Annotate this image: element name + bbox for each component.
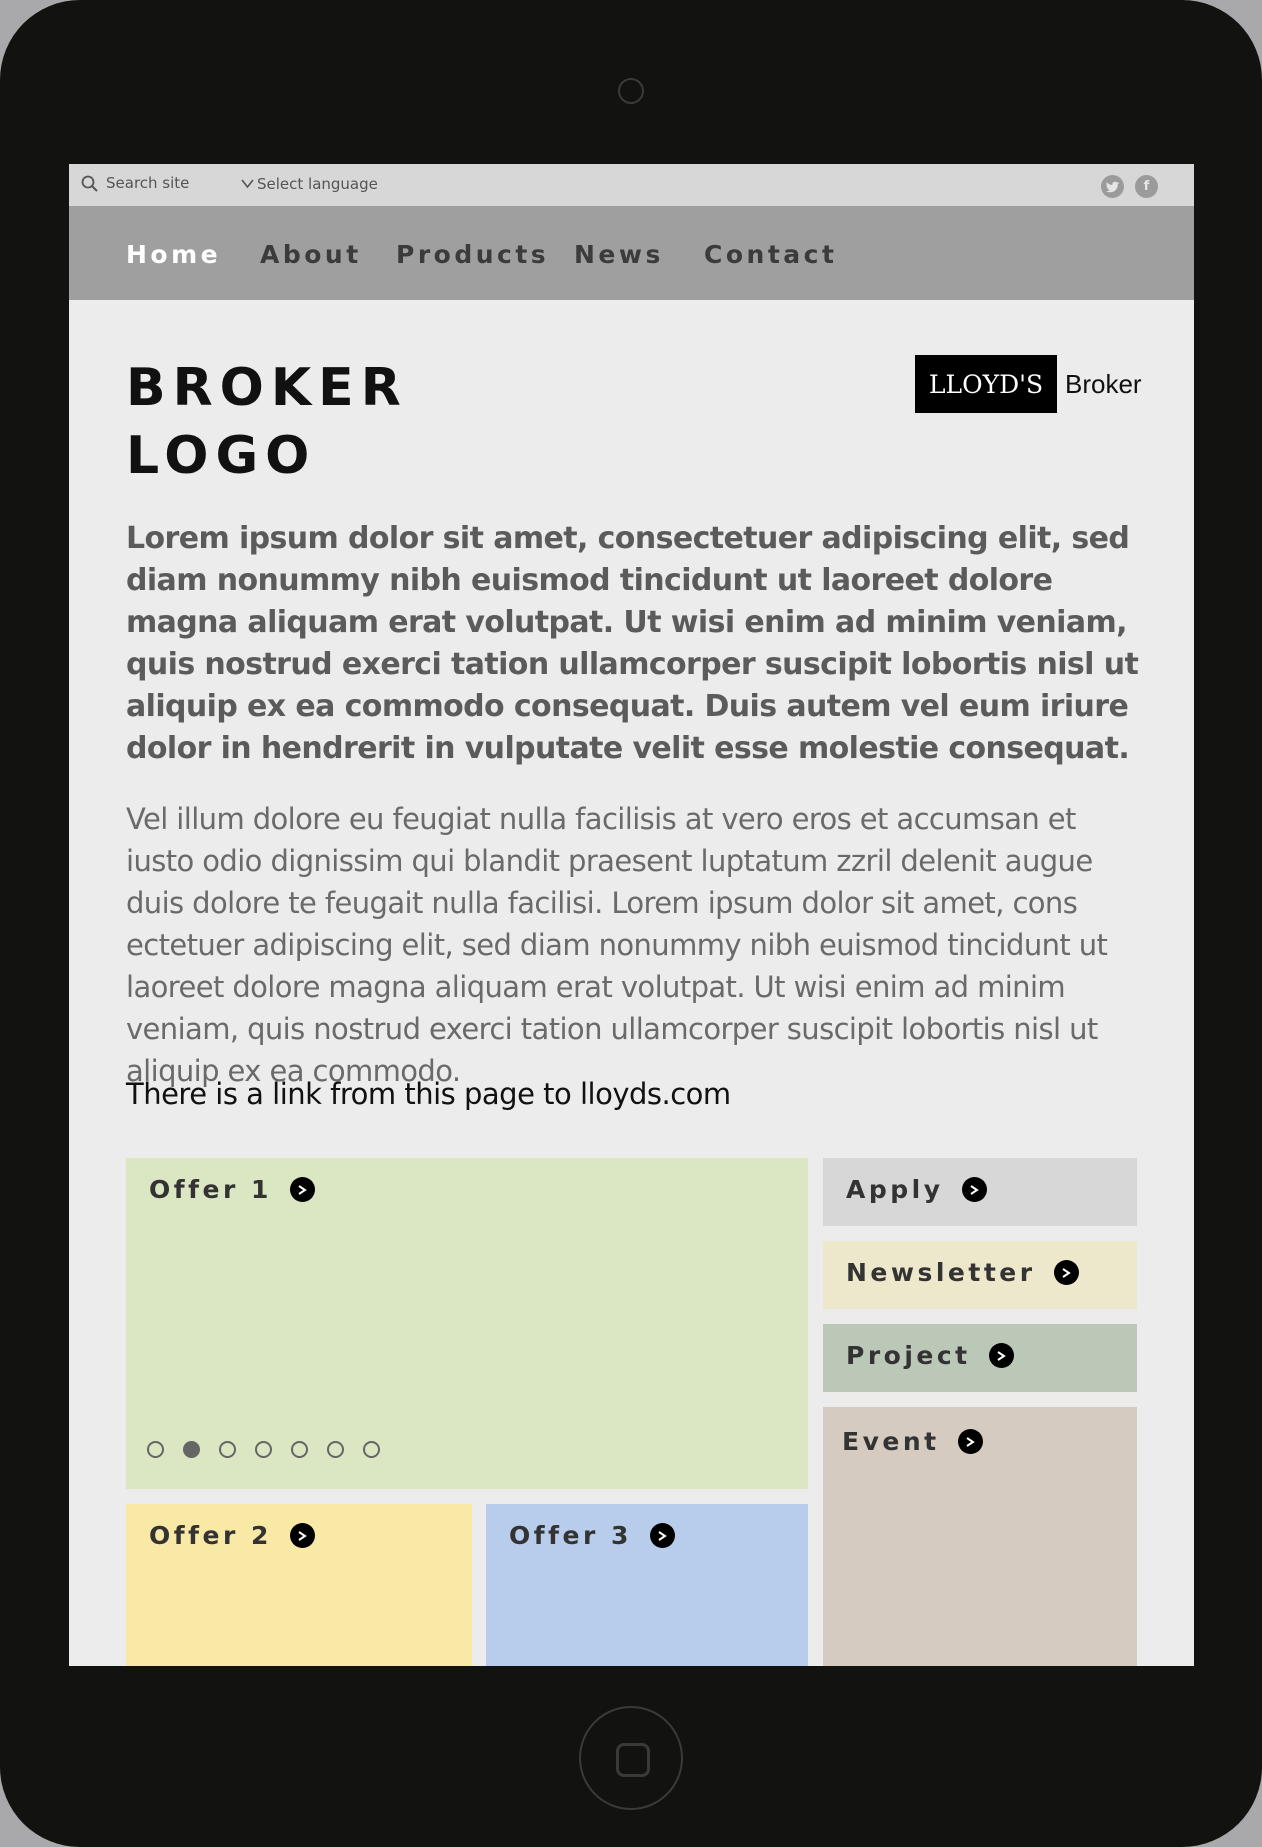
arrow-right-icon <box>649 1523 675 1548</box>
tablet-frame: Search site Select language f Home About… <box>0 0 1262 1847</box>
apply-label: Apply <box>846 1175 987 1204</box>
lloyds-broker-badge[interactable]: LLOYD'S Broker <box>915 355 1142 413</box>
link-note: There is a link from this page to lloyds… <box>126 1077 731 1111</box>
carousel-dot[interactable] <box>327 1441 344 1458</box>
carousel-dot[interactable] <box>219 1441 236 1458</box>
carousel-dot[interactable] <box>363 1441 380 1458</box>
project-text: Project <box>846 1341 971 1370</box>
offer-3-label: Offer 3 <box>509 1521 675 1550</box>
carousel-dots <box>147 1441 380 1458</box>
newsletter-tile[interactable]: Newsletter <box>823 1241 1137 1309</box>
chevron-down-icon <box>241 175 254 193</box>
lead-paragraph: Lorem ipsum dolor sit amet, consectetuer… <box>126 521 1139 766</box>
twitter-icon[interactable] <box>1101 175 1124 198</box>
nav-item-news[interactable]: News <box>574 240 664 269</box>
arrow-right-icon <box>289 1523 315 1548</box>
social-links: f <box>1101 175 1158 198</box>
project-label: Project <box>846 1341 1014 1370</box>
event-label: Event <box>842 1427 983 1456</box>
apply-text: Apply <box>846 1175 944 1204</box>
arrow-right-icon <box>988 1343 1014 1368</box>
lloyds-logo: LLOYD'S <box>915 355 1057 413</box>
newsletter-label: Newsletter <box>846 1258 1079 1287</box>
offer-1-text: Offer 1 <box>149 1175 272 1204</box>
arrow-right-icon <box>961 1177 987 1202</box>
offer-1-label: Offer 1 <box>149 1175 315 1204</box>
event-text: Event <box>842 1427 940 1456</box>
broker-logo[interactable]: BROKER LOGO <box>126 354 408 490</box>
main-nav: Home About Products News Contact <box>69 206 1194 300</box>
offer-2-tile[interactable]: Offer 2 <box>126 1504 472 1666</box>
arrow-right-icon <box>957 1429 983 1454</box>
event-tile[interactable]: Event <box>823 1407 1137 1666</box>
nav-item-home[interactable]: Home <box>126 240 221 269</box>
arrow-right-icon <box>289 1177 315 1202</box>
search-icon <box>81 175 98 192</box>
language-select[interactable]: Select language <box>241 175 378 193</box>
screen: Search site Select language f Home About… <box>69 164 1194 1666</box>
offer-1-tile[interactable]: Offer 1 <box>126 1158 808 1489</box>
carousel-dot[interactable] <box>291 1441 308 1458</box>
nav-item-about[interactable]: About <box>260 240 362 269</box>
camera-icon <box>618 78 644 104</box>
offer-3-tile[interactable]: Offer 3 <box>486 1504 808 1666</box>
nav-item-products[interactable]: Products <box>396 240 549 269</box>
apply-tile[interactable]: Apply <box>823 1158 1137 1226</box>
home-button-icon <box>616 1743 650 1777</box>
project-tile[interactable]: Project <box>823 1324 1137 1392</box>
broker-logo-line1: BROKER <box>126 358 408 418</box>
offer-2-text: Offer 2 <box>149 1521 272 1550</box>
carousel-dot-active[interactable] <box>183 1441 200 1458</box>
search-placeholder: Search site <box>106 174 190 192</box>
facebook-icon[interactable]: f <box>1135 175 1158 198</box>
language-label: Select language <box>257 175 378 193</box>
carousel-dot[interactable] <box>255 1441 272 1458</box>
broker-logo-line2: LOGO <box>126 426 317 486</box>
lloyds-broker-label: Broker <box>1065 368 1142 399</box>
newsletter-text: Newsletter <box>846 1258 1036 1287</box>
carousel-dot[interactable] <box>147 1441 164 1458</box>
body-paragraph: Vel illum dolore eu feugiat nulla facili… <box>126 802 1108 1088</box>
search-field[interactable]: Search site <box>81 174 189 192</box>
arrow-right-icon <box>1053 1260 1079 1285</box>
offer-2-label: Offer 2 <box>149 1521 315 1550</box>
home-button[interactable] <box>579 1706 683 1810</box>
utility-bar: Search site Select language f <box>69 164 1194 206</box>
offer-3-text: Offer 3 <box>509 1521 632 1550</box>
nav-item-contact[interactable]: Contact <box>704 240 837 269</box>
